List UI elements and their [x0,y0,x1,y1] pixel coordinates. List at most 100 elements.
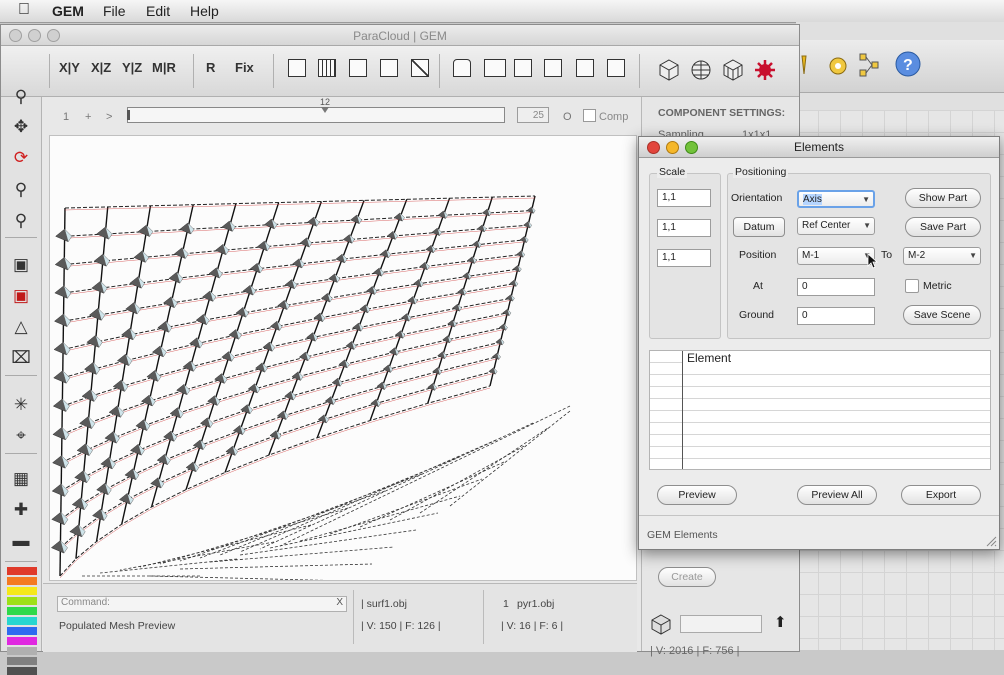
upload-icon[interactable]: ⬆ [774,613,787,631]
color-swatch[interactable] [7,567,37,575]
datum-button[interactable]: Datum [733,217,785,237]
asterisk-icon[interactable]: ✳ [11,395,31,415]
toolbar-divider [639,54,640,88]
ground-grid-line [269,512,439,549]
fix-button[interactable]: Fix [235,60,254,75]
scale-y-field[interactable]: 1,1 [657,219,711,237]
ground-grid-line [239,439,497,553]
export-arrow-icon[interactable] [484,59,506,77]
menu-help[interactable]: Help [190,3,219,19]
status-divider [483,590,484,644]
palette-divider [5,375,37,376]
color-swatch[interactable] [7,587,37,595]
mesh-row-line [60,370,494,549]
metric-label: Metric [923,280,952,292]
align-icon[interactable] [576,59,594,77]
at-field[interactable]: 0 [797,278,875,296]
preview-all-button[interactable]: Preview All [797,485,877,505]
grid-view-icon[interactable]: ▦ [11,469,31,489]
open-file-icon[interactable] [453,59,471,77]
shaded-cube-icon[interactable]: ▣ [11,255,31,275]
background-toolbar-icons: ? [801,51,921,77]
scale-title: Scale [657,166,688,178]
export-button[interactable]: Export [901,485,981,505]
diagonal-icon[interactable] [411,59,429,77]
color-swatch[interactable] [7,667,37,675]
rotate-icon[interactable]: ⟳ [11,148,31,168]
view-xy-button[interactable]: X|Y [59,60,80,75]
ground-field[interactable]: 0 [797,307,875,325]
slider-thumb[interactable] [321,107,329,113]
mesh-preview-canvas [50,195,571,580]
color-swatch[interactable] [7,657,37,665]
grid-dots-icon[interactable] [607,59,625,77]
preview-button[interactable]: Preview [657,485,737,505]
app-menu[interactable]: GEM [52,3,84,19]
main-titlebar: ParaCloud | GEM [1,25,799,46]
component-name-field[interactable] [680,615,762,633]
orientation-select[interactable]: Axis ▼ [797,190,875,208]
pen-icon[interactable] [380,59,398,77]
to-label: To [881,249,893,261]
view-mr-button[interactable]: M|R [152,60,176,75]
color-swatch[interactable] [7,607,37,615]
window-title: ParaCloud | GEM [353,29,447,43]
datum-select[interactable]: Ref Center ▼ [797,217,875,235]
target-icon[interactable]: ⌖ [11,426,31,446]
save-part-button[interactable]: Save Part [905,217,981,237]
ground-label: Ground [739,309,775,321]
status-divider [353,590,354,644]
zoom-icon[interactable]: ⚲ [11,87,31,107]
resize-grip-icon[interactable] [985,535,997,547]
ground-grid-line [259,422,534,550]
scale-x-field[interactable]: 1,1 [657,189,711,207]
minus-icon[interactable]: ▬ [11,531,31,551]
color-swatch[interactable] [7,617,37,625]
3d-viewport[interactable] [49,135,637,581]
element-column-header[interactable]: Element [683,351,990,365]
show-part-button[interactable]: Show Part [905,188,981,208]
color-swatch[interactable] [7,647,37,655]
import-icon[interactable] [514,59,532,77]
total-stats: | V: 2016 | F: 756 | [650,645,740,657]
columns-icon[interactable] [318,59,336,77]
to-select[interactable]: M-2 ▼ [903,247,981,265]
frame-icon[interactable] [288,59,306,77]
zoom-extents-icon[interactable]: ⚲ [11,211,31,231]
scale-z-field[interactable]: 1,1 [657,249,711,267]
frame-count-field[interactable]: 25 [517,107,549,123]
r-button[interactable]: R [206,60,215,75]
color-swatch[interactable] [7,637,37,645]
view-yz-button[interactable]: Y|Z [122,60,142,75]
move-icon[interactable]: ✥ [11,117,31,137]
metric-checkbox[interactable] [905,279,919,293]
add-icon[interactable]: ✚ [11,500,31,520]
sphere-icon [691,60,711,80]
svg-text:?: ? [903,57,913,74]
color-swatch[interactable] [7,577,37,585]
mesh-icon[interactable] [349,59,367,77]
menu-file[interactable]: File [103,3,126,19]
box-x-icon[interactable]: ⌧ [11,348,31,368]
command-clear-button[interactable]: X [336,597,343,608]
zoom-in-icon[interactable]: ⚲ [11,180,31,200]
slider-plus-button[interactable]: + [85,111,91,123]
chevron-down-icon: ▼ [862,195,870,204]
element-list[interactable]: Element [649,350,991,470]
comp-checkbox[interactable] [583,109,596,122]
command-input[interactable]: Command: X [57,596,347,612]
color-swatch[interactable] [7,627,37,635]
position-select[interactable]: M-1 ▼ [797,247,875,265]
expand-icon[interactable] [544,59,562,77]
view-xz-button[interactable]: X|Z [91,60,111,75]
save-scene-button[interactable]: Save Scene [903,305,981,325]
box-grid-icon [723,59,743,81]
frame-slider-track[interactable] [127,107,505,123]
point-select-icon[interactable]: ▣ [11,286,31,306]
color-swatch[interactable] [7,597,37,605]
slider-next-button[interactable]: > [106,111,112,123]
menu-edit[interactable]: Edit [146,3,170,19]
create-button[interactable]: Create [658,567,716,587]
triangle-icon[interactable]: △ [11,317,31,337]
orientation-value: Axis [803,194,822,205]
